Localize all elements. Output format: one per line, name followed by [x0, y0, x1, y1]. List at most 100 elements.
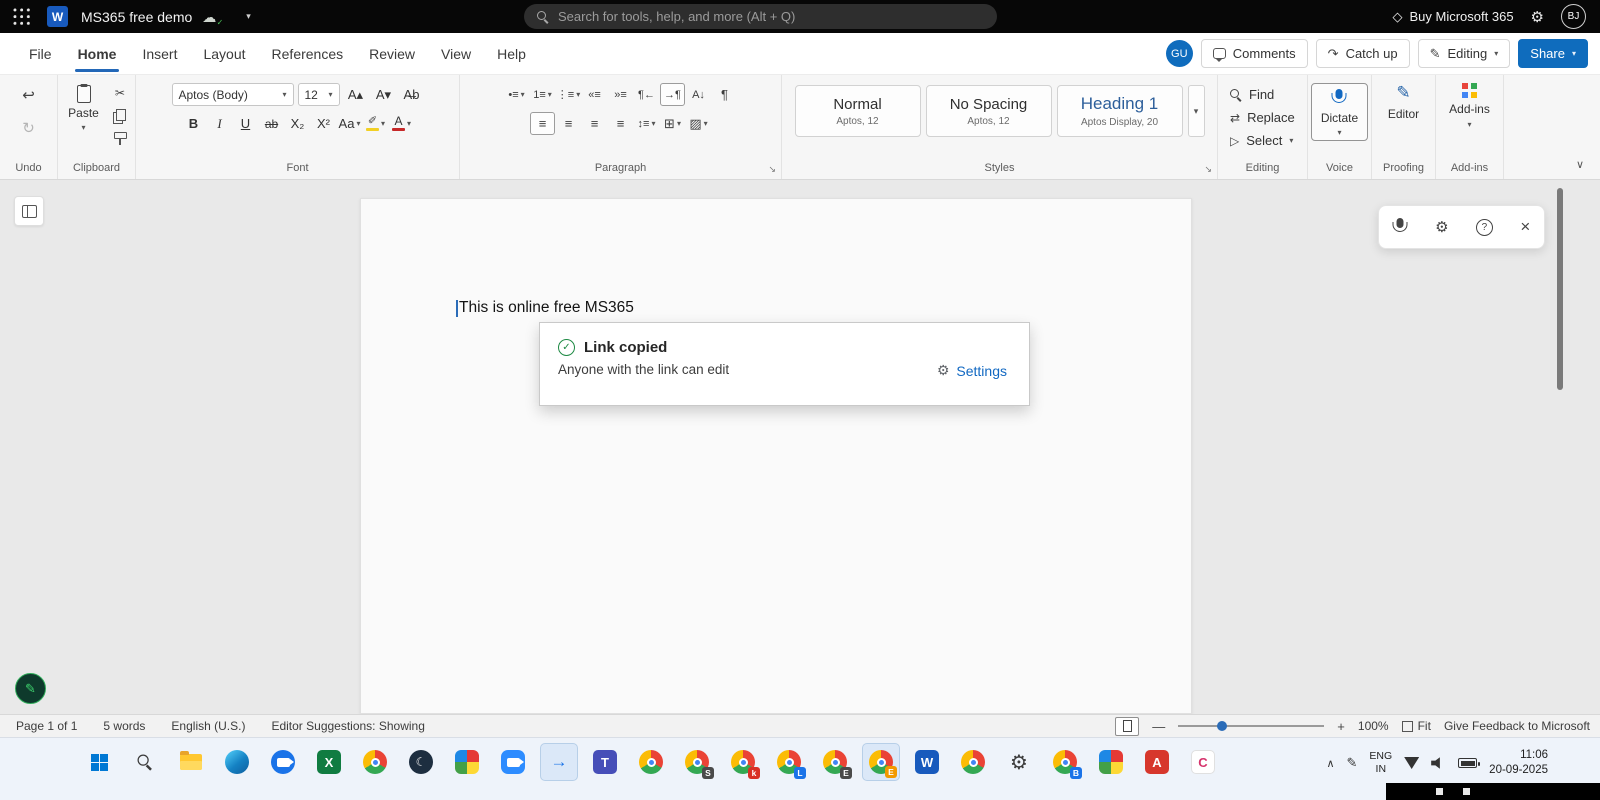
taskbar-item-excel[interactable]: X — [310, 743, 348, 781]
taskbar-item-night-app[interactable]: ☾ — [402, 743, 440, 781]
taskbar-item-chrome[interactable] — [954, 743, 992, 781]
styles-gallery-expand-button[interactable]: ▾ — [1188, 85, 1205, 137]
taskbar-item-zoom[interactable] — [494, 743, 532, 781]
feedback-link[interactable]: Give Feedback to Microsoft — [1444, 719, 1590, 733]
select-button[interactable]: ▷ Select ▾ — [1230, 129, 1293, 152]
taskbar-item-settings[interactable]: ⚙ — [1000, 743, 1038, 781]
taskbar-item-word[interactable]: W — [908, 743, 946, 781]
taskbar-item-meet-camera[interactable] — [264, 743, 302, 781]
line-spacing-button[interactable]: ↕≡▾ — [634, 112, 659, 135]
shading-button[interactable]: ▨▾ — [686, 112, 711, 135]
taskbar-item-search[interactable] — [126, 743, 164, 781]
editor-button[interactable]: ✎ Editor — [1388, 83, 1419, 121]
fit-button[interactable]: Fit — [1402, 719, 1431, 733]
search-bar[interactable] — [524, 4, 997, 29]
subscript-button[interactable]: X₂ — [286, 112, 310, 135]
toast-settings-link[interactable]: ⚙ Settings — [937, 362, 1007, 379]
font-family-select[interactable]: Aptos (Body) ▾ — [172, 83, 294, 106]
grow-font-button[interactable]: A▴ — [344, 83, 368, 106]
tray-pen-icon[interactable]: ✎ — [1347, 755, 1358, 771]
comments-button[interactable]: Comments — [1201, 39, 1308, 68]
font-size-select[interactable]: 12 ▾ — [298, 83, 340, 106]
account-avatar[interactable]: BJ — [1561, 4, 1586, 29]
taskbar-item-chrome-e-active[interactable]: E — [862, 743, 900, 781]
editor-suggestions-status[interactable]: Editor Suggestions: Showing — [271, 719, 424, 733]
format-painter-button[interactable] — [110, 131, 130, 147]
bullets-button[interactable]: •≡▾ — [504, 83, 529, 106]
taskbar-item-acrobat[interactable]: A — [1138, 743, 1176, 781]
styles-dialog-launcher-icon[interactable]: ↘ — [1204, 164, 1212, 175]
decrease-indent-button[interactable]: «≡ — [582, 83, 607, 106]
align-right-button[interactable]: ≡ — [582, 112, 607, 135]
shrink-font-button[interactable]: A▾ — [372, 83, 396, 106]
vertical-scrollbar-thumb[interactable] — [1557, 188, 1563, 390]
word-count-status[interactable]: 5 words — [103, 719, 145, 733]
settings-gear-icon[interactable]: ⚙ — [1531, 8, 1544, 26]
font-color-button[interactable]: A ▾ — [390, 112, 414, 135]
wifi-icon[interactable] — [1404, 757, 1419, 769]
zoom-slider[interactable] — [1178, 725, 1324, 727]
find-button[interactable]: Find — [1230, 83, 1274, 106]
numbering-button[interactable]: 1≡▾ — [530, 83, 555, 106]
addins-button[interactable]: Add-ins ▾ — [1449, 83, 1490, 129]
tab-insert[interactable]: Insert — [129, 33, 190, 75]
tab-view[interactable]: View — [428, 33, 484, 75]
zoom-slider-thumb[interactable] — [1217, 721, 1227, 731]
clock[interactable]: 11:06 20-09-2025 — [1489, 748, 1548, 778]
change-case-button[interactable]: Aa ▾ — [338, 112, 362, 135]
document-text-line[interactable]: This is online free MS365 — [456, 299, 634, 317]
search-input[interactable] — [558, 9, 984, 24]
tab-help[interactable]: Help — [484, 33, 539, 75]
toolbar-settings-gear-icon[interactable]: ⚙ — [1435, 218, 1448, 236]
sort-button[interactable]: A↓ — [686, 83, 711, 106]
tab-layout[interactable]: Layout — [190, 33, 258, 75]
volume-icon[interactable] — [1431, 757, 1446, 770]
page-view-button[interactable] — [1115, 717, 1139, 736]
tab-references[interactable]: References — [259, 33, 357, 75]
increase-indent-button[interactable]: »≡ — [608, 83, 633, 106]
zoom-out-button[interactable]: — — [1152, 719, 1165, 734]
tab-home[interactable]: Home — [65, 33, 130, 75]
help-icon[interactable]: ? — [1476, 219, 1493, 236]
bold-button[interactable]: B — [182, 112, 206, 135]
multilevel-list-button[interactable]: ⋮≡▾ — [556, 83, 581, 106]
dictate-button[interactable]: Dictate ▾ — [1311, 83, 1368, 141]
rtl-direction-button[interactable]: ¶← — [634, 83, 659, 106]
editing-mode-button[interactable]: ✎ Editing ▾ — [1418, 39, 1511, 68]
collaborator-avatar[interactable]: GU — [1166, 40, 1193, 67]
battery-icon[interactable] — [1458, 758, 1477, 768]
cut-button[interactable]: ✂ — [110, 85, 130, 101]
tab-file[interactable]: File — [16, 33, 65, 75]
catch-up-button[interactable]: ↷ Catch up — [1316, 39, 1410, 68]
replace-button[interactable]: ⇄ Replace — [1230, 106, 1295, 129]
taskbar-item-start[interactable] — [80, 743, 118, 781]
superscript-button[interactable]: X² — [312, 112, 336, 135]
strikethrough-button[interactable]: ab — [260, 112, 284, 135]
taskbar-item-file-explorer[interactable] — [172, 743, 210, 781]
align-left-button[interactable]: ≡ — [530, 112, 555, 135]
text-highlight-button[interactable]: ✐ ▾ — [364, 112, 388, 135]
style-normal[interactable]: Normal Aptos, 12 — [795, 85, 921, 137]
language-status[interactable]: English (U.S.) — [171, 719, 245, 733]
collapse-ribbon-icon[interactable]: ∨ — [1576, 158, 1584, 171]
editing-mode-badge[interactable]: ✎ — [15, 673, 46, 704]
taskbar-item-clipchamp[interactable]: C — [1184, 743, 1222, 781]
taskbar-item-edge[interactable] — [218, 743, 256, 781]
zoom-percent[interactable]: 100% — [1358, 719, 1389, 733]
taskbar-item-photos-2[interactable] — [1092, 743, 1130, 781]
taskbar-item-chrome-l[interactable]: L — [770, 743, 808, 781]
align-center-button[interactable]: ≡ — [556, 112, 581, 135]
taskbar-item-screen-share[interactable]: → — [540, 743, 578, 781]
tab-review[interactable]: Review — [356, 33, 428, 75]
taskbar-item-chrome-b[interactable]: B — [1046, 743, 1084, 781]
app-launcher-icon[interactable] — [13, 8, 30, 25]
undo-button[interactable]: ↩ — [16, 83, 42, 107]
paste-button[interactable]: Paste ▾ — [63, 83, 104, 147]
italic-button[interactable]: I — [208, 112, 232, 135]
document-menu-chevron-icon[interactable]: ▾ — [246, 11, 251, 22]
document-title[interactable]: MS365 free demo — [81, 9, 192, 25]
borders-button[interactable]: ⊞▾ — [660, 112, 685, 135]
navigation-pane-button[interactable] — [14, 196, 44, 226]
taskbar-item-chrome-k[interactable]: k — [724, 743, 762, 781]
taskbar-item-chrome[interactable] — [356, 743, 394, 781]
